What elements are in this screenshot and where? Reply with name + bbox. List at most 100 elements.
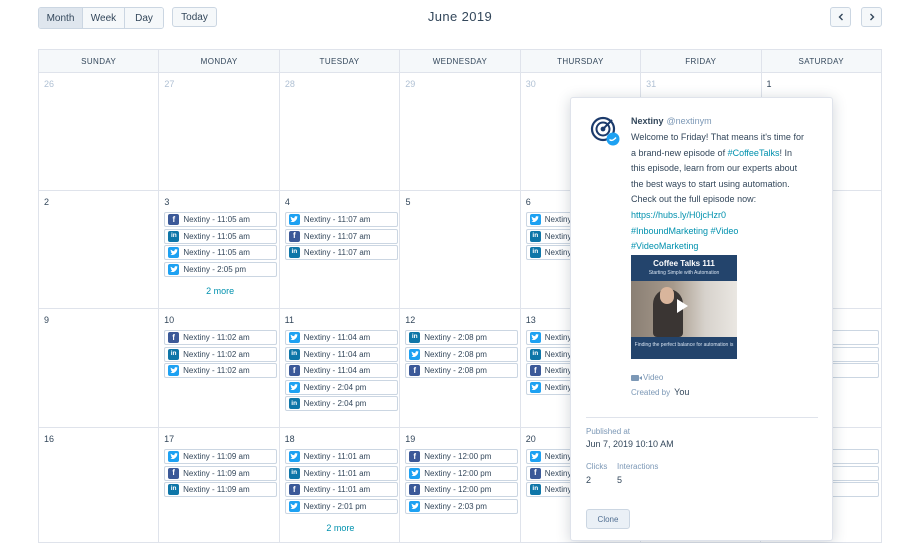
video-thumbnail[interactable]: Coffee Talks 111 Starting Simple with Au… [631, 255, 737, 359]
scheduled-post[interactable]: Nextiny - 12:00 pm [405, 465, 519, 481]
scheduled-post[interactable]: Nextiny - 2:05 pm [164, 261, 278, 277]
scheduled-post[interactable]: Nextiny - 11:05 am [164, 245, 278, 261]
scheduled-post[interactable]: f Nextiny - 11:02 am [164, 330, 278, 345]
day-number: 26 [44, 79, 55, 89]
hashtag-link[interactable]: #CoffeeTalks [728, 148, 780, 158]
scheduled-post[interactable]: Nextiny - 11:01 am [284, 449, 398, 464]
popover-divider [586, 417, 818, 418]
more-posts-link[interactable]: 2 more [164, 286, 276, 296]
scheduled-post[interactable]: f Nextiny - 11:05 am [164, 212, 278, 227]
post-label: Nextiny [544, 215, 572, 224]
day-cell[interactable]: 9 [39, 309, 160, 428]
scheduled-post[interactable]: in Nextiny - 11:07 am [284, 245, 398, 261]
post-label: Nextiny [544, 349, 572, 359]
linkedin-icon: in [288, 398, 300, 410]
scheduled-post[interactable]: in Nextiny - 11:01 am [284, 465, 398, 481]
day-cell[interactable]: 17 Nextiny - 11:09 am f Nextiny - 11:09 am i… [159, 428, 280, 543]
post-label: Nextiny [544, 452, 572, 461]
scheduled-post[interactable]: Nextiny - 11:07 am [284, 212, 398, 227]
scheduled-post[interactable]: Nextiny - 11:09 am [164, 449, 278, 464]
scheduled-post[interactable]: f Nextiny - 12:00 pm [405, 482, 519, 498]
scheduled-post[interactable]: f Nextiny - 11:01 am [284, 482, 398, 498]
scheduled-post[interactable]: Nextiny - 2:03 pm [405, 498, 519, 514]
scheduled-post[interactable]: f Nextiny - 11:07 am [284, 228, 398, 244]
clone-button[interactable]: Clone [586, 509, 630, 529]
scheduled-post[interactable]: in Nextiny - 2:04 pm [284, 396, 398, 412]
day-number: 17 [164, 434, 175, 444]
day-cell[interactable]: 27 [159, 73, 280, 191]
post-hashtags[interactable]: #InboundMarketing #Video [631, 224, 738, 240]
scheduled-post[interactable]: in Nextiny - 11:09 am [164, 482, 278, 498]
scheduled-post[interactable]: f Nextiny - 2:08 pm [405, 363, 519, 379]
twitter-icon [529, 214, 541, 225]
post-label: Nextiny [544, 382, 572, 392]
day-number: 30 [525, 79, 536, 89]
scheduled-post[interactable]: Nextiny - 2:04 pm [284, 379, 398, 395]
day-cell[interactable]: 29 [400, 73, 521, 191]
scheduled-post[interactable]: Nextiny - 2:08 pm [405, 346, 519, 362]
scheduled-post[interactable]: in Nextiny - 11:04 am [284, 346, 398, 362]
post-body-text: a brand-new episode of [631, 147, 728, 158]
twitter-icon [529, 451, 541, 462]
linkedin-icon: in [168, 348, 180, 360]
scheduled-post[interactable]: f Nextiny - 11:04 am [284, 363, 398, 379]
post-link[interactable]: https://hubs.ly/H0jcHzr0 [631, 208, 738, 224]
day-cell[interactable]: 2 [39, 191, 160, 309]
post-label: Nextiny - 11:07 am [303, 215, 371, 224]
post-body-text: this episode, learn from our experts abo… [631, 163, 798, 174]
day-cell[interactable]: 3 f Nextiny - 11:05 am in Nextiny - 11:05 am… [159, 191, 280, 309]
day-cell[interactable]: 18 Nextiny - 11:01 am in Nextiny - 11:01 am… [279, 428, 401, 543]
next-month-button[interactable] [861, 7, 882, 27]
scheduled-post[interactable]: f Nextiny - 11:09 am [164, 465, 278, 481]
post-label: Nextiny - 2:01 pm [303, 501, 367, 511]
author-name: Nextiny [631, 116, 664, 126]
post-label: Nextiny [544, 333, 572, 342]
post-label: Nextiny - 11:01 am [303, 468, 371, 478]
twitter-icon [529, 381, 541, 393]
day-cell[interactable]: 10 f Nextiny - 11:02 am in Nextiny - 11:02 a… [159, 309, 280, 428]
weekday-header: SUNDAY MONDAY TUESDAY WEDNESDAY THURSDAY FRID… [39, 50, 882, 73]
day-number: 10 [164, 315, 175, 325]
scheduled-post[interactable]: in Nextiny - 11:05 am [164, 228, 278, 244]
scheduled-post[interactable]: in Nextiny - 11:02 am [164, 346, 278, 362]
play-icon [677, 299, 688, 313]
more-posts-link[interactable]: 2 more [285, 523, 397, 533]
twitter-icon [409, 348, 421, 360]
day-cell[interactable]: 19 f Nextiny - 12:00 pm Nextiny - 12:00 pm f… [400, 428, 521, 543]
linkedin-icon: in [409, 332, 421, 343]
published-value: Jun 7, 2019 10:10 AM [586, 439, 674, 449]
scheduled-post[interactable]: f Nextiny - 12:00 pm [405, 449, 519, 464]
day-cell[interactable]: 16 [39, 428, 160, 543]
facebook-icon: f [409, 451, 421, 462]
day-cell[interactable]: 5 [400, 191, 521, 309]
day-cell[interactable]: 4 Nextiny - 11:07 am f Nextiny - 11:07 am in… [279, 191, 401, 309]
linkedin-icon: in [288, 467, 300, 479]
post-label: Nextiny - 11:07 am [303, 231, 371, 241]
previous-month-button[interactable] [830, 7, 851, 27]
post-body-line: Check out the full episode now: [631, 192, 821, 208]
day-number: 1 [766, 79, 772, 89]
post-label: Nextiny - 2:05 pm [183, 264, 247, 274]
scheduled-post[interactable]: Nextiny - 11:04 am [284, 330, 398, 345]
clicks-label: Clicks [586, 462, 608, 471]
post-label: Nextiny - 11:05 am [183, 231, 250, 241]
post-label: Nextiny - 11:09 am [183, 452, 250, 461]
day-number: 18 [284, 434, 295, 444]
scheduled-post[interactable]: in Nextiny - 2:08 pm [405, 330, 519, 345]
thumbnail-subtitle: Starting Simple with Automation [648, 270, 720, 276]
scheduled-post[interactable]: Nextiny - 11:02 am [164, 363, 278, 379]
day-cell[interactable]: 26 [39, 73, 160, 191]
twitter-icon [288, 451, 300, 462]
facebook-icon: f [288, 484, 300, 496]
created-by: Created by You [631, 387, 689, 397]
post-hashtags[interactable]: #VideoMarketing [631, 239, 738, 255]
day-cell[interactable]: 11 Nextiny - 11:04 am in Nextiny - 11:04 am… [279, 309, 401, 428]
linkedin-icon: in [288, 247, 300, 259]
scheduled-post[interactable]: Nextiny - 2:01 pm [284, 498, 398, 514]
day-cell[interactable]: 28 [279, 73, 401, 191]
twitter-icon [529, 332, 541, 343]
day-cell[interactable]: 12 in Nextiny - 2:08 pm Nextiny - 2:08 pm f N… [400, 309, 521, 428]
post-body-text: ! In [779, 147, 792, 158]
post-label: Nextiny - 11:05 am [183, 215, 250, 224]
twitter-icon [168, 263, 180, 275]
